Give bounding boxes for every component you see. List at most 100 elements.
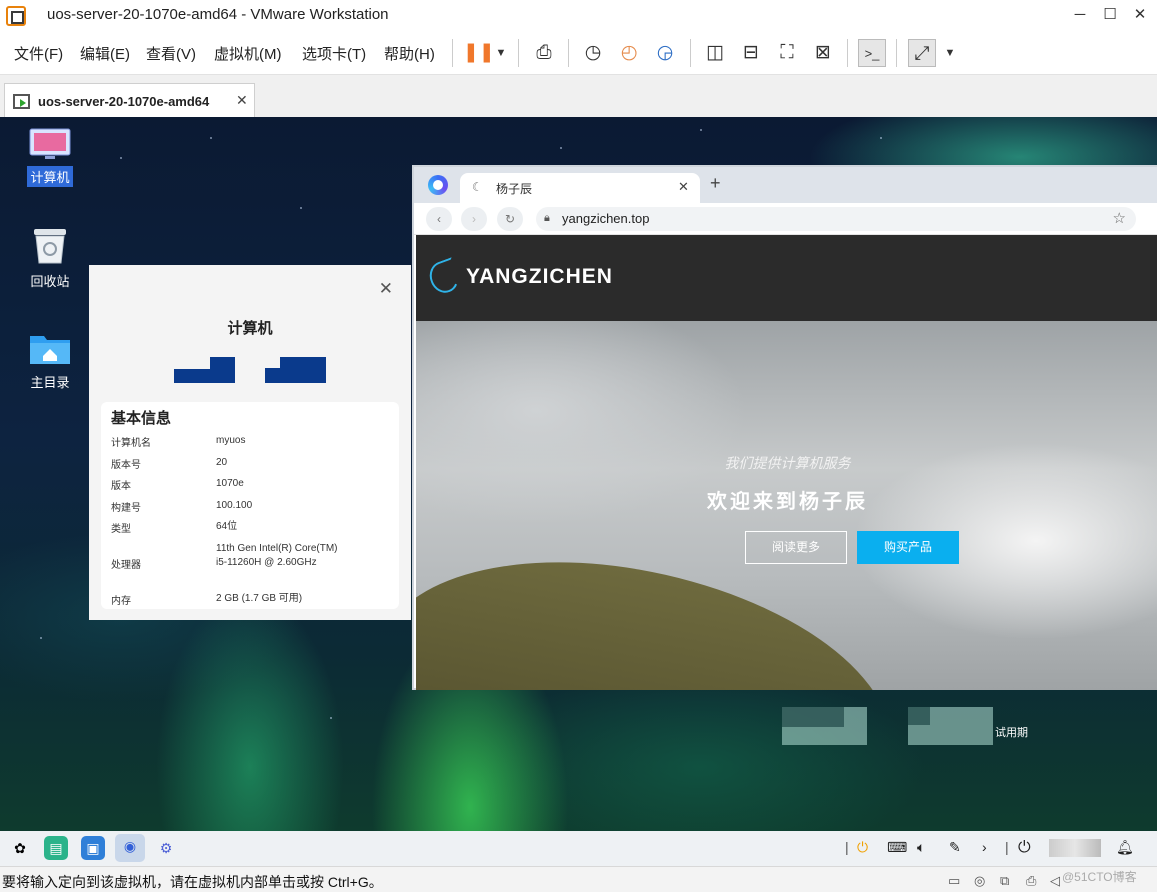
forward-icon[interactable]: › <box>461 207 487 231</box>
info-key: 处理器 <box>111 560 141 571</box>
menu-bar: 文件(F) 编辑(E) 查看(V) 虚拟机(M) 选项卡(T) 帮助(H) ❚❚… <box>0 31 1157 74</box>
watermark-text: @51CTO博客 <box>1062 870 1137 884</box>
tray-separator: | <box>1005 839 1009 855</box>
toolbar-separator <box>896 39 897 67</box>
close-button[interactable]: ✕ <box>1126 4 1154 26</box>
stretch-dropdown-icon[interactable]: ▼ <box>936 39 964 67</box>
snapshot-icon[interactable]: ◷ <box>579 39 607 67</box>
computer-icon <box>29 128 71 159</box>
read-more-button[interactable]: 阅读更多 <box>745 531 847 564</box>
vmware-window: uos-server-20-1070e-amd64 - VMware Works… <box>0 0 1157 892</box>
lock-icon: 🔒︎ <box>544 212 550 224</box>
library-view-icon[interactable]: ◫ <box>701 39 729 67</box>
bookmark-star-icon[interactable]: ☆ <box>1113 209 1126 227</box>
browser-taskbar-icon[interactable]: ◉ <box>115 834 145 862</box>
info-value: 2 GB (1.7 GB 可用) <box>216 593 303 604</box>
guest-desktop[interactable]: 计算机 回收站 主目录 ✕ 计算机 基本信息 计算机名 myuos 版本号 20… <box>0 117 1157 831</box>
desktop-watermark-gap <box>908 707 930 725</box>
fullscreen-icon[interactable]: ⛶ <box>773 39 801 67</box>
snapshot-manager-icon[interactable]: ◶ <box>651 39 679 67</box>
desktop-icon-home[interactable]: 主目录 <box>20 330 80 392</box>
desktop-icon-trash[interactable]: 回收站 <box>20 227 80 291</box>
sound-icon[interactable]: ◁ <box>1050 873 1060 889</box>
pen-icon[interactable]: ✎ <box>949 839 961 856</box>
desktop-watermark-gap <box>782 707 844 727</box>
favicon-icon: ☾ <box>472 180 483 194</box>
info-row: 处理器 11th Gen Intel(R) Core(TM) i5-11260H @… <box>111 542 391 574</box>
desktop-icon-label: 回收站 <box>30 274 70 289</box>
back-icon[interactable]: ‹ <box>426 207 452 231</box>
menu-tabs[interactable]: 选项卡(T) <box>302 43 366 64</box>
settings-icon[interactable]: ⚙ <box>154 836 178 860</box>
info-key: 版本号 <box>111 460 141 471</box>
toolbar-separator <box>847 39 848 67</box>
info-key: 计算机名 <box>111 438 151 449</box>
info-value: 20 <box>216 457 228 468</box>
keyboard-icon[interactable]: ⌨ <box>887 839 907 856</box>
os-logo-gap <box>265 357 280 368</box>
multitask-view-icon[interactable]: ▤ <box>44 836 68 860</box>
info-window-title: 计算机 <box>227 320 273 337</box>
tray-expand-icon[interactable]: › <box>982 839 987 855</box>
reload-icon[interactable]: ↻ <box>497 207 523 231</box>
browser-logo-icon[interactable] <box>428 175 448 195</box>
cdrom-icon[interactable]: ◎ <box>974 873 985 889</box>
stretch-guest-icon[interactable]: ⤢ <box>908 39 936 67</box>
revert-snapshot-icon[interactable]: ◴ <box>615 39 643 67</box>
printer-icon[interactable]: ⎙ <box>1026 873 1036 889</box>
site-logo-icon[interactable] <box>425 257 463 297</box>
computer-info-window: ✕ 计算机 基本信息 计算机名 myuos 版本号 20 版本 1070e 构建号 10… <box>89 265 411 620</box>
close-icon[interactable]: ✕ <box>379 279 393 299</box>
browser-tab[interactable]: ☾ 杨子辰 ✕ <box>460 173 700 203</box>
power-status-icon[interactable]: ⏻ <box>857 839 868 856</box>
info-key: 类型 <box>111 524 131 535</box>
guest-taskbar: ✿ ▤ ▣ ◉ ⚙ | ⏻ ⌨ 🔈︎ ✎ › | ⏻ 🔔︎ <box>0 831 1157 866</box>
console-view-icon[interactable]: >_ <box>858 39 886 67</box>
pause-dropdown-icon[interactable]: ▼ <box>487 39 515 67</box>
minimize-button[interactable]: ─ <box>1066 4 1094 26</box>
browser-tab-bar: ☾ 杨子辰 ✕ + <box>414 167 1157 203</box>
thumbnail-view-icon[interactable]: ⊟ <box>737 39 765 67</box>
menu-vm[interactable]: 虚拟机(M) <box>214 43 282 64</box>
vm-tab[interactable]: uos-server-20-1070e-amd64 ✕ <box>4 83 255 118</box>
os-logo-gap <box>174 357 210 369</box>
basic-info-card: 基本信息 计算机名 myuos 版本号 20 版本 1070e 构建号 100.100 … <box>101 402 399 609</box>
desktop-icon-computer[interactable]: 计算机 <box>20 127 80 187</box>
window-title: uos-server-20-1070e-amd64 - VMware Works… <box>47 6 389 23</box>
shutdown-icon[interactable]: ⏻ <box>1018 839 1031 857</box>
browser-tab-close-icon[interactable]: ✕ <box>678 179 689 195</box>
hdd-icon[interactable]: ▭ <box>948 873 960 889</box>
address-bar[interactable]: 🔒︎ yangzichen.top ☆ <box>536 207 1136 231</box>
unity-icon[interactable]: ⊠ <box>809 39 837 67</box>
site-brand[interactable]: YANGZICHEN <box>466 265 613 289</box>
launcher-icon[interactable]: ✿ <box>8 836 32 860</box>
toolbar-separator <box>690 39 691 67</box>
menu-file[interactable]: 文件(F) <box>14 43 63 64</box>
toolbar-separator <box>452 39 453 67</box>
new-tab-icon[interactable]: + <box>710 173 721 194</box>
toolbar-separator <box>518 39 519 67</box>
file-manager-icon[interactable]: ▣ <box>81 836 105 860</box>
send-ctrl-alt-del-icon[interactable]: ⎙ <box>530 39 558 67</box>
tab-close-icon[interactable]: ✕ <box>236 92 248 109</box>
info-value: 64位 <box>216 521 238 532</box>
buy-product-button[interactable]: 购买产品 <box>857 531 959 564</box>
menu-help[interactable]: 帮助(H) <box>384 43 435 64</box>
info-value: myuos <box>216 435 246 446</box>
toolbar-separator <box>568 39 569 67</box>
menu-edit[interactable]: 编辑(E) <box>80 43 130 64</box>
notification-bell-icon[interactable]: 🔔︎ <box>1116 839 1134 856</box>
browser-nav-bar: ‹ › ↻ 🔒︎ yangzichen.top ☆ <box>414 203 1157 235</box>
home-folder-icon <box>30 336 70 364</box>
hero-headline: 欢迎来到杨子辰 <box>707 491 868 513</box>
status-bar: 要将输入定向到该虚拟机，请在虚拟机内部单击或按 Ctrl+G。 ▭ ◎ ⧉ ⎙ … <box>0 866 1157 892</box>
url-text: yangzichen.top <box>562 211 650 226</box>
volume-icon[interactable]: 🔈︎ <box>917 839 925 856</box>
maximize-button[interactable]: ☐ <box>1096 4 1124 26</box>
desktop-icon-label: 主目录 <box>30 375 70 390</box>
info-key: 构建号 <box>111 503 141 514</box>
network-icon[interactable]: ⧉ <box>1000 873 1009 889</box>
status-message: 要将输入定向到该虚拟机，请在虚拟机内部单击或按 Ctrl+G。 <box>2 874 383 890</box>
vmware-app-icon <box>6 6 26 26</box>
menu-view[interactable]: 查看(V) <box>146 43 196 64</box>
